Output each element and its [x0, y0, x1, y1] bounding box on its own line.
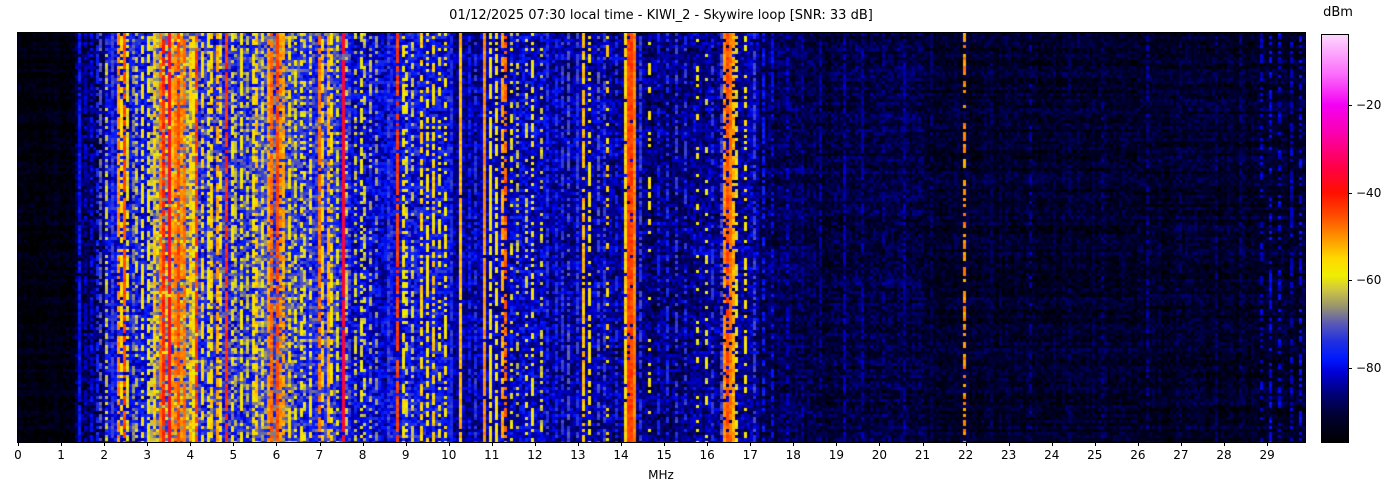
x-tick-label: 27 — [1173, 448, 1188, 462]
x-tick-label: 19 — [829, 448, 844, 462]
waterfall-plot-area — [17, 32, 1306, 443]
x-tick-label: 23 — [1001, 448, 1016, 462]
waterfall-canvas — [18, 33, 1305, 442]
x-tick-label: 0 — [14, 448, 22, 462]
x-tick-label: 1 — [57, 448, 65, 462]
x-tick-label: 22 — [958, 448, 973, 462]
x-tick-label: 16 — [700, 448, 715, 462]
colorbar-unit-label: dBm — [1323, 5, 1353, 20]
x-tick-label: 2 — [100, 448, 108, 462]
x-tick-label: 3 — [143, 448, 151, 462]
x-tick-label: 13 — [570, 448, 585, 462]
x-tick-label: 24 — [1044, 448, 1059, 462]
colorbar-tick-label: −80 — [1356, 361, 1381, 375]
x-tick-label: 18 — [786, 448, 801, 462]
x-tick-label: 4 — [186, 448, 194, 462]
x-tick-label: 20 — [872, 448, 887, 462]
x-tick-label: 7 — [316, 448, 324, 462]
colorbar-gradient — [1322, 35, 1348, 442]
x-tick-label: 15 — [656, 448, 671, 462]
chart-title: 01/12/2025 07:30 local time - KIWI_2 - S… — [449, 8, 873, 23]
x-tick-label: 9 — [402, 448, 410, 462]
colorbar — [1321, 34, 1349, 443]
spectrogram-figure: 01/12/2025 07:30 local time - KIWI_2 - S… — [0, 0, 1400, 500]
colorbar-tick-label: −20 — [1356, 98, 1381, 112]
x-axis-label: MHz — [648, 468, 674, 482]
x-tick-label: 29 — [1259, 448, 1274, 462]
x-tick-label: 10 — [441, 448, 456, 462]
x-tick-label: 17 — [743, 448, 758, 462]
x-tick-label: 6 — [273, 448, 281, 462]
x-tick-label: 21 — [915, 448, 930, 462]
x-tick-label: 14 — [613, 448, 628, 462]
x-tick-label: 25 — [1087, 448, 1102, 462]
x-tick-label: 28 — [1216, 448, 1231, 462]
x-tick-label: 5 — [230, 448, 238, 462]
x-tick-label: 11 — [484, 448, 499, 462]
x-tick-label: 8 — [359, 448, 367, 462]
colorbar-tick-label: −60 — [1356, 273, 1381, 287]
x-tick-label: 26 — [1130, 448, 1145, 462]
colorbar-tick-label: −40 — [1356, 186, 1381, 200]
x-tick-label: 12 — [527, 448, 542, 462]
